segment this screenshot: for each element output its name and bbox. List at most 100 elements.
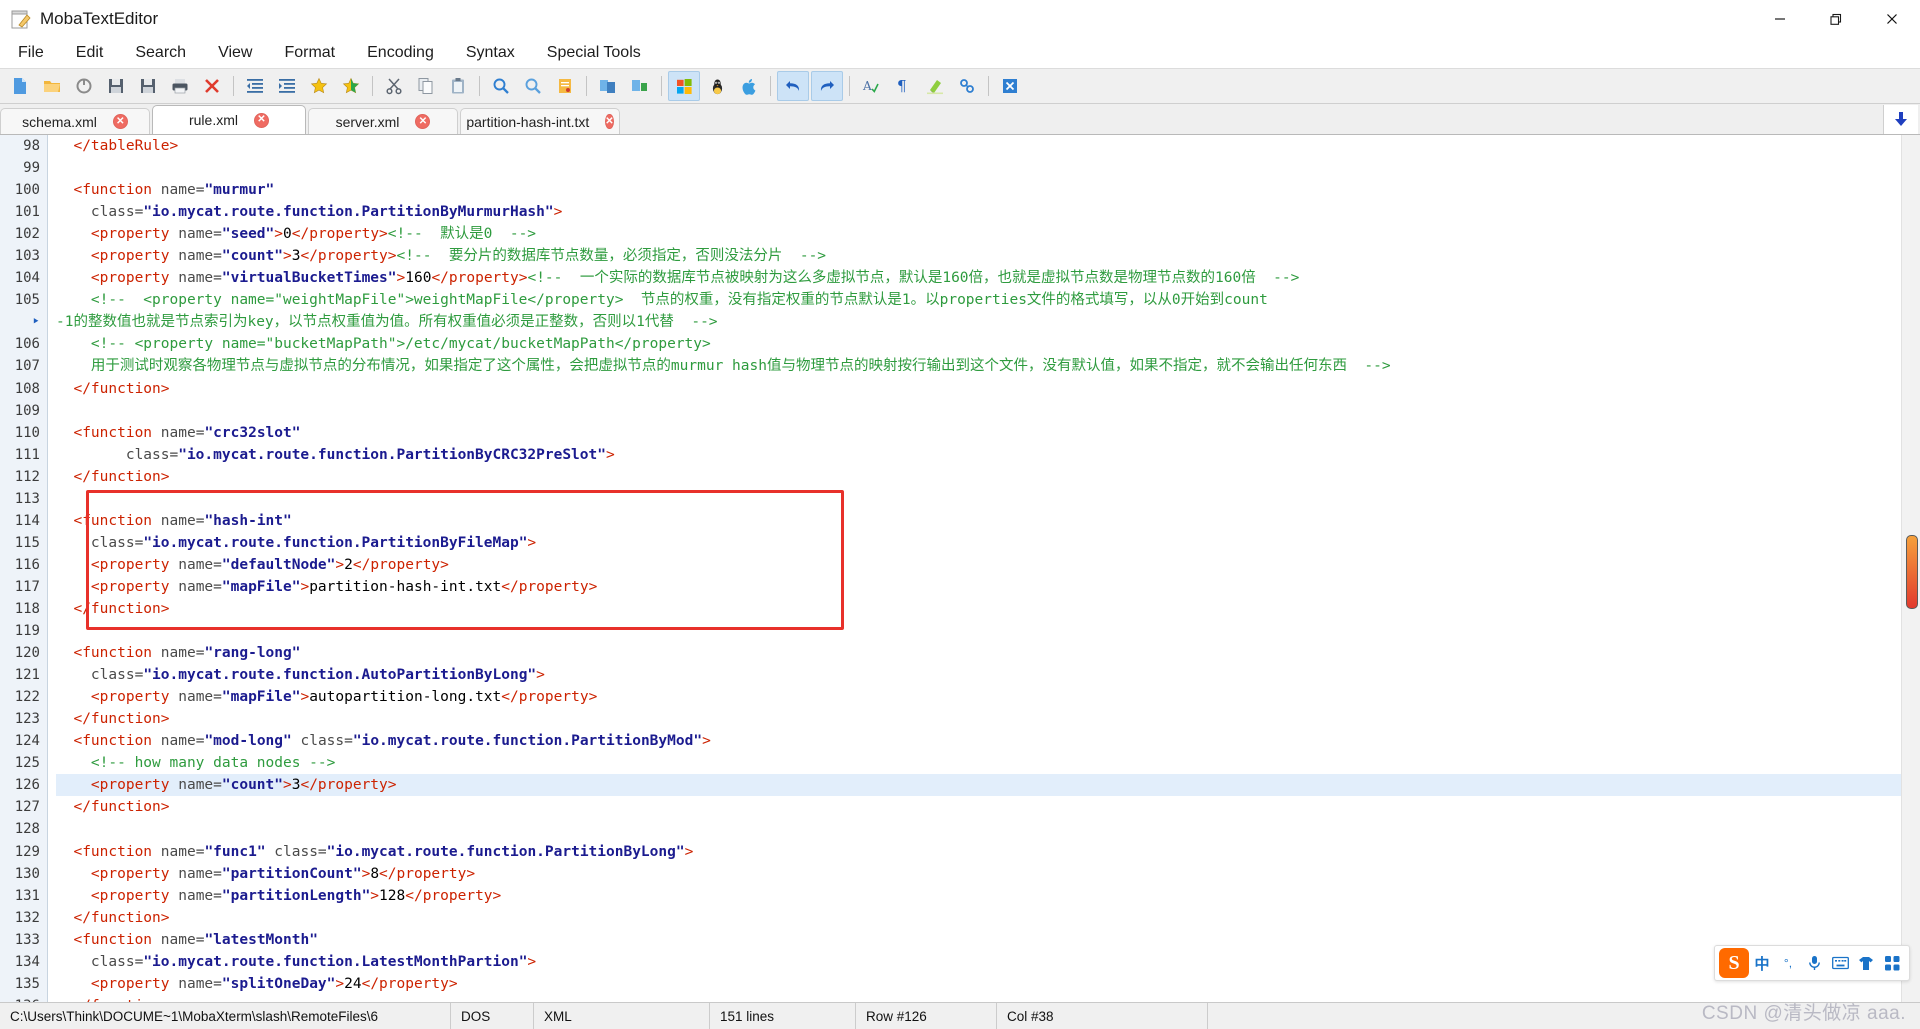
code-line[interactable]: class="io.mycat.route.function.LatestMon… <box>56 951 1901 973</box>
code-line[interactable]: <property name="defaultNode">2</property… <box>56 554 1901 576</box>
code-line[interactable]: <!-- how many data nodes --> <box>56 752 1901 774</box>
code-line[interactable] <box>56 157 1901 179</box>
code-line[interactable] <box>56 488 1901 510</box>
tab-server-xml[interactable]: server.xml ✕ <box>308 108 458 134</box>
menu-item-encoding[interactable]: Encoding <box>353 41 448 65</box>
find-replace-icon[interactable] <box>518 72 548 100</box>
sogou-logo-icon[interactable]: S <box>1719 948 1749 978</box>
notes-icon[interactable] <box>550 72 580 100</box>
windows-format-icon[interactable] <box>668 71 700 101</box>
close-x-icon[interactable] <box>995 72 1025 100</box>
redo-icon[interactable] <box>811 71 843 101</box>
bookmark-green-icon[interactable] <box>336 72 366 100</box>
code-line[interactable]: <function name="rang-long" <box>56 642 1901 664</box>
minimize-button[interactable] <box>1752 0 1808 38</box>
code-line[interactable]: </function> <box>56 466 1901 488</box>
code-line[interactable]: <property name="splitOneDay">24</propert… <box>56 973 1901 995</box>
status-eol-format[interactable]: DOS <box>451 1003 534 1029</box>
ime-language-toggle[interactable]: 中 <box>1749 948 1775 978</box>
code-line[interactable]: </function> <box>56 708 1901 730</box>
maximize-restore-button[interactable] <box>1808 0 1864 38</box>
menu-item-view[interactable]: View <box>204 41 266 65</box>
apps-icon[interactable] <box>1879 948 1905 978</box>
code-line[interactable]: 用于测试时观察各物理节点与虚拟节点的分布情况，如果指定了这个属性，会把虚拟节点的… <box>56 355 1901 377</box>
undo-icon[interactable] <box>777 71 809 101</box>
linux-format-icon[interactable] <box>702 72 732 100</box>
open-folder-icon[interactable] <box>37 72 67 100</box>
code-line[interactable]: <function name="func1" class="io.mycat.r… <box>56 841 1901 863</box>
pilcrow-icon[interactable]: ¶ <box>888 72 918 100</box>
tab-close-icon[interactable]: ✕ <box>112 114 128 129</box>
code-line[interactable]: class="io.mycat.route.function.Partition… <box>56 444 1901 466</box>
menu-item-special-tools[interactable]: Special Tools <box>533 41 655 65</box>
mac-format-icon[interactable] <box>734 72 764 100</box>
code-line[interactable]: class="io.mycat.route.function.Partition… <box>56 201 1901 223</box>
code-line[interactable]: <function name="hash-int" <box>56 510 1901 532</box>
status-syntax[interactable]: XML <box>534 1003 710 1029</box>
code-line[interactable]: <function name="latestMonth" <box>56 929 1901 951</box>
code-line[interactable]: <!-- <property name="bucketMapPath">/etc… <box>56 333 1901 355</box>
code-line[interactable]: <property name="mapFile">autopartition-l… <box>56 686 1901 708</box>
new-file-icon[interactable] <box>5 72 35 100</box>
bookmark-yellow-icon[interactable] <box>304 72 334 100</box>
settings-icon[interactable] <box>952 72 982 100</box>
download-arrow-icon[interactable] <box>1883 104 1918 134</box>
tab-rule-xml[interactable]: rule.xml ✕ <box>152 105 306 134</box>
indent-icon[interactable] <box>272 72 302 100</box>
print-icon[interactable] <box>165 72 195 100</box>
save-as-icon[interactable] <box>133 72 163 100</box>
code-line[interactable]: -1的整数值也就是节点索引为key，以节点权重值为值。所有权重值必须是正整数，否… <box>56 311 1901 333</box>
code-line[interactable]: <function name="crc32slot" <box>56 422 1901 444</box>
tab-schema-xml[interactable]: schema.xml ✕ <box>0 108 150 134</box>
code-line[interactable] <box>56 818 1901 840</box>
outdent-icon[interactable] <box>240 72 270 100</box>
reload-icon[interactable] <box>69 72 99 100</box>
code-content[interactable]: </tableRule> <function name="murmur" cla… <box>48 135 1901 1002</box>
code-line[interactable]: class="io.mycat.route.function.Partition… <box>56 532 1901 554</box>
code-line[interactable]: </function> <box>56 378 1901 400</box>
scrollbar-thumb[interactable] <box>1906 535 1918 609</box>
mic-icon[interactable] <box>1801 948 1827 978</box>
close-button[interactable] <box>1864 0 1920 38</box>
keyboard-icon[interactable] <box>1827 948 1853 978</box>
menu-item-file[interactable]: File <box>4 41 58 65</box>
tab-close-icon[interactable]: ✕ <box>415 114 431 129</box>
menu-item-search[interactable]: Search <box>121 41 200 65</box>
code-line[interactable]: <property name="count">3</property><!-- … <box>56 245 1901 267</box>
code-line[interactable]: </function> <box>56 796 1901 818</box>
menu-item-syntax[interactable]: Syntax <box>452 41 529 65</box>
highlighter-icon[interactable] <box>920 72 950 100</box>
code-line[interactable]: <function name="mod-long" class="io.myca… <box>56 730 1901 752</box>
code-line[interactable]: class="io.mycat.route.function.AutoParti… <box>56 664 1901 686</box>
skin-icon[interactable] <box>1853 948 1879 978</box>
code-line[interactable]: </function> <box>56 995 1901 1002</box>
merge-icon[interactable] <box>625 72 655 100</box>
code-line[interactable]: </function> <box>56 907 1901 929</box>
vertical-scrollbar[interactable] <box>1901 135 1920 1002</box>
tab-partition-hash-int-txt[interactable]: partition-hash-int.txt ✕ <box>460 108 620 134</box>
code-line[interactable] <box>56 400 1901 422</box>
paste-icon[interactable] <box>443 72 473 100</box>
code-line[interactable]: <property name="virtualBucketTimes">160<… <box>56 267 1901 289</box>
save-icon[interactable] <box>101 72 131 100</box>
code-line[interactable]: <property name="seed">0</property><!-- 默… <box>56 223 1901 245</box>
tab-close-icon[interactable]: ✕ <box>254 112 269 128</box>
menu-item-edit[interactable]: Edit <box>62 41 118 65</box>
find-icon[interactable] <box>486 72 516 100</box>
menu-item-format[interactable]: Format <box>270 41 349 65</box>
code-line[interactable]: </tableRule> <box>56 135 1901 157</box>
tab-close-icon[interactable]: ✕ <box>605 114 614 129</box>
code-line[interactable]: <property name="mapFile">partition-hash-… <box>56 576 1901 598</box>
ime-punctuation-toggle[interactable]: °, <box>1775 948 1801 978</box>
cut-icon[interactable] <box>379 72 409 100</box>
close-file-icon[interactable] <box>197 72 227 100</box>
spellcheck-icon[interactable]: A <box>856 72 886 100</box>
code-line[interactable]: <function name="murmur" <box>56 179 1901 201</box>
code-line[interactable]: <!-- <property name="weightMapFile">weig… <box>56 289 1901 311</box>
copy-icon[interactable] <box>411 72 441 100</box>
code-line[interactable] <box>56 620 1901 642</box>
code-line[interactable]: <property name="partitionCount">8</prope… <box>56 863 1901 885</box>
code-line[interactable]: </function> <box>56 598 1901 620</box>
code-line[interactable]: <property name="partitionLength">128</pr… <box>56 885 1901 907</box>
code-line[interactable]: <property name="count">3</property> <box>56 774 1901 797</box>
